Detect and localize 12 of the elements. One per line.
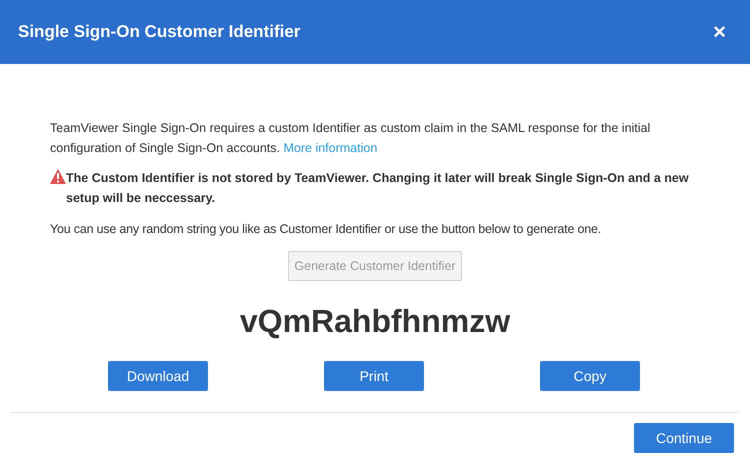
dialog-title: Single Sign-On Customer Identifier xyxy=(18,21,300,44)
intro-text: TeamViewer Single Sign-On requires a custom Identifier as custom claim in the SAML response for the initial configuration of Single Sign-On accounts. More information xyxy=(50,120,652,157)
close-button[interactable]: × xyxy=(713,21,726,43)
hint-text: You can use any random string you like as Customer Identifier or use the button below to generate one. xyxy=(50,221,602,238)
identifier-text: vQmRahbfhnmzw xyxy=(240,302,510,341)
action-button[interactable]: Copy xyxy=(540,361,640,391)
action-button[interactable]: Print xyxy=(324,361,424,391)
action-button[interactable]: Download xyxy=(108,361,208,391)
warning-text: The Custom Identifier is not stored by TeamViewer. Changing it later will break Single Sign-On and a new setup will be neccessary. xyxy=(66,170,690,207)
continue-button[interactable]: Continue xyxy=(634,423,734,453)
more-information-link[interactable]: More information xyxy=(283,141,378,155)
warning-icon xyxy=(50,169,66,184)
